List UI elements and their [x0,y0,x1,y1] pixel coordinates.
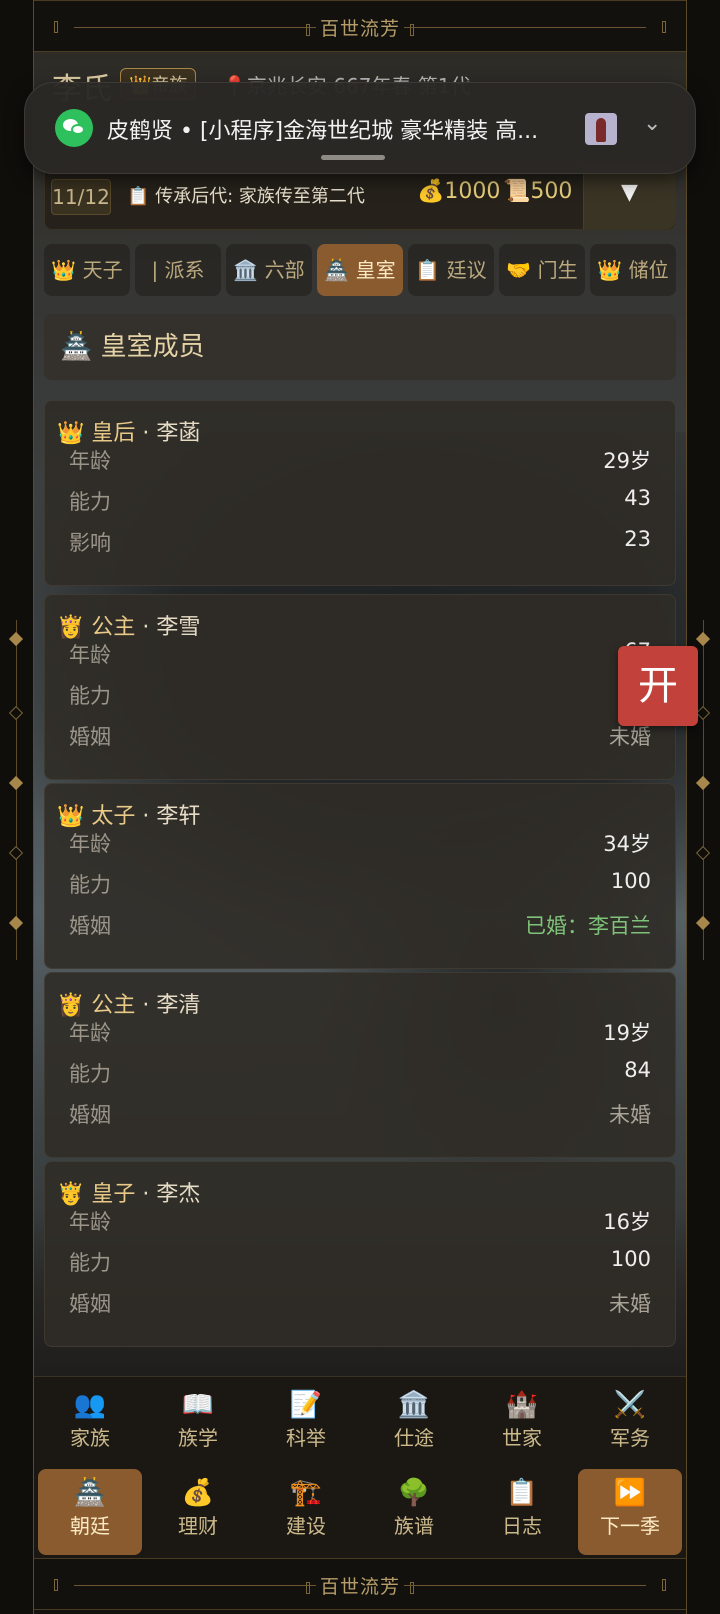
section-title: 🏯 皇室成员 [44,314,676,380]
scroll-value: 📜500 [503,179,573,204]
nav-aristocrats[interactable]: 🏰 世家 [470,1381,574,1467]
left-border [0,0,34,1614]
chevron-down-icon[interactable]: ⌄ [643,111,661,136]
nav-court[interactable]: 🏯 朝廷 [38,1469,142,1555]
nav-genealogy[interactable]: 🌳 族谱 [362,1469,466,1555]
next-season-button[interactable]: ⏩ 下一季 [578,1469,682,1555]
nav-family[interactable]: 👥 家族 [38,1381,142,1467]
princess-icon: 👸 [57,615,85,640]
tab-court-debate[interactable]: 📋 廷议 [408,244,494,296]
member-card[interactable]: 👑 皇后 · 李菡 年龄 29岁 能力 43 影响 23 [44,400,676,586]
book-icon: 📖 [181,1390,215,1420]
open-float-button[interactable]: 开 [618,646,698,726]
tab-succession[interactable]: 👑 储位 [590,244,676,296]
nav-finance[interactable]: 💰 理财 [146,1469,250,1555]
nav-exam[interactable]: 📝 科举 [254,1381,358,1467]
building-icon: 🏛️ [397,1390,431,1420]
tab-emperor[interactable]: 👑 天子 [44,244,130,296]
right-border [686,0,720,1614]
member-card[interactable]: 🤴 皇子 · 李杰 年龄 16岁 能力 100 婚姻 未婚 [44,1161,676,1347]
wechat-icon [55,109,93,147]
castle-icon: 🏰 [505,1390,539,1420]
banner-title: 百世流芳 [319,18,400,40]
bottom-nav: 👥 家族 📖 族学 📝 科举 🏛️ 仕途 🏰 世家 ⚔️ 军务 🏯 朝廷 💰 理… [34,1376,686,1558]
tree-icon: 🌳 [397,1478,431,1508]
nav-build[interactable]: 🏗️ 建设 [254,1469,358,1555]
heritage-text: 📋 传承后代: 家族传至第二代 [127,186,365,207]
tab-disciples[interactable]: 🤝 门生 [499,244,585,296]
prince-icon: 🤴 [57,1182,85,1207]
family-icon: 👥 [73,1390,107,1420]
notification-thumbnail [585,113,617,145]
member-title: 👸 公主 · 李雪 [57,615,201,640]
member-card[interactable]: 👸 公主 · 李清 年龄 19岁 能力 84 婚姻 未婚 [44,972,676,1158]
nav-log[interactable]: 📋 日志 [470,1469,574,1555]
notification-text: 皮鹤贤 • [小程序]金海世纪城 豪华精装 高... [107,119,539,144]
member-title: 👸 公主 · 李清 [57,993,201,1018]
money-bag-icon: 💰 [181,1478,215,1508]
crown-icon: 👑 [57,421,85,446]
bottom-banner: 百世流芳 [34,1558,686,1610]
princess-icon: 👸 [57,993,85,1018]
palace-icon: 🏯 [73,1478,107,1508]
member-card[interactable]: 👑 太子 · 李轩 年龄 34岁 能力 100 婚姻 已婚：李百兰 [44,783,676,969]
top-banner: 百世流芳 [34,0,686,52]
member-card[interactable]: 👸 公主 · 李雪 年龄67 能力1 婚姻未婚 [44,594,676,780]
fast-forward-icon: ⏩ [613,1478,647,1508]
drag-handle[interactable] [321,155,385,160]
swords-icon: ⚔️ [613,1390,647,1420]
memo-icon: 📝 [289,1390,323,1420]
progress-count: 11/12 [51,179,111,215]
court-tabs: 👑 天子 | 派系 🏛️ 六部 🏯 皇室 📋 廷议 🤝 门生 👑 储位 [44,244,676,296]
tab-royal-family[interactable]: 🏯 皇室 [317,244,403,296]
nav-clan-school[interactable]: 📖 族学 [146,1381,250,1467]
nav-career[interactable]: 🏛️ 仕途 [362,1381,466,1467]
crown-icon: 👑 [57,804,85,829]
member-title: 🤴 皇子 · 李杰 [57,1182,201,1207]
tab-faction[interactable]: | 派系 [135,244,221,296]
wechat-notification[interactable]: 皮鹤贤 • [小程序]金海世纪城 豪华精装 高... ⌄ [24,82,696,174]
money-value: 💰1000 [417,179,501,204]
tab-six-ministries[interactable]: 🏛️ 六部 [226,244,312,296]
clipboard-icon: 📋 [505,1478,539,1508]
banner-title: 百世流芳 [319,1576,400,1598]
member-title: 👑 皇后 · 李菡 [57,421,201,446]
member-title: 👑 太子 · 李轩 [57,804,201,829]
app-root: 百世流芳 李氏 👑帝族 📍京兆长安 667年春 第1代 11/12 📋 传承后代… [0,0,720,1614]
nav-military[interactable]: ⚔️ 军务 [578,1381,682,1467]
crane-icon: 🏗️ [289,1478,323,1508]
